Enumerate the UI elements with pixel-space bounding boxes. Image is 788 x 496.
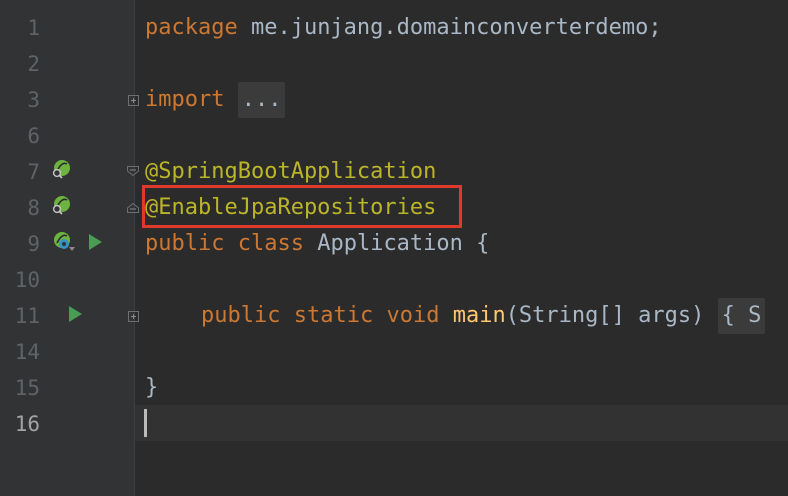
line-number: 7 [27, 160, 40, 184]
annotation: @SpringBootApplication [145, 159, 437, 184]
code-line-closing-brace[interactable]: } [145, 370, 158, 406]
keyword: public [145, 231, 225, 256]
keyword: void [386, 303, 440, 328]
run-icon[interactable] [69, 306, 82, 322]
line-number: 14 [14, 340, 40, 364]
keyword: public [201, 303, 281, 328]
package-name: me.junjang.domainconverterdemo; [237, 15, 662, 40]
code-line-main-method[interactable]: public static void main(String[] args) {… [201, 298, 766, 334]
line-number: 10 [14, 268, 40, 292]
keyword: import [145, 87, 225, 112]
spring-bean-icon[interactable] [50, 158, 72, 180]
keyword: package [145, 15, 238, 40]
line-number: 11 [14, 304, 40, 328]
line-number: 3 [27, 88, 40, 112]
method-params: (String[] args) [505, 303, 705, 328]
spring-bean-icon[interactable] [50, 194, 72, 216]
code-line-import[interactable]: import ... [145, 82, 286, 118]
fold-expand-icon[interactable] [128, 311, 139, 322]
class-name: Application { [303, 231, 490, 256]
code-line-class-declaration[interactable]: public class Application { [145, 226, 489, 262]
folded-method-body[interactable]: { S [717, 298, 766, 334]
line-number: 8 [27, 196, 40, 220]
line-number-current: 16 [14, 412, 40, 436]
folded-imports[interactable]: ... [237, 82, 286, 118]
line-number: 15 [14, 376, 40, 400]
keyword: static [293, 303, 374, 328]
method-name: main [452, 303, 506, 328]
closing-brace: } [145, 375, 159, 400]
line-number: 9 [27, 232, 40, 256]
line-number: 6 [27, 124, 40, 148]
spring-boot-icon[interactable] [50, 230, 78, 252]
fold-expand-icon[interactable] [128, 95, 139, 106]
line-number: 2 [27, 52, 40, 76]
text-caret [144, 409, 147, 437]
current-line-highlight [135, 405, 788, 441]
run-icon[interactable] [89, 234, 102, 250]
code-line-package[interactable]: package me.junjang.domainconverterdemo; [145, 10, 662, 46]
line-number: 1 [27, 16, 40, 40]
keyword: class [237, 231, 304, 256]
fold-end-icon[interactable] [127, 203, 139, 213]
highlight-box-annotation [142, 185, 462, 228]
fold-collapse-icon[interactable] [127, 166, 139, 176]
